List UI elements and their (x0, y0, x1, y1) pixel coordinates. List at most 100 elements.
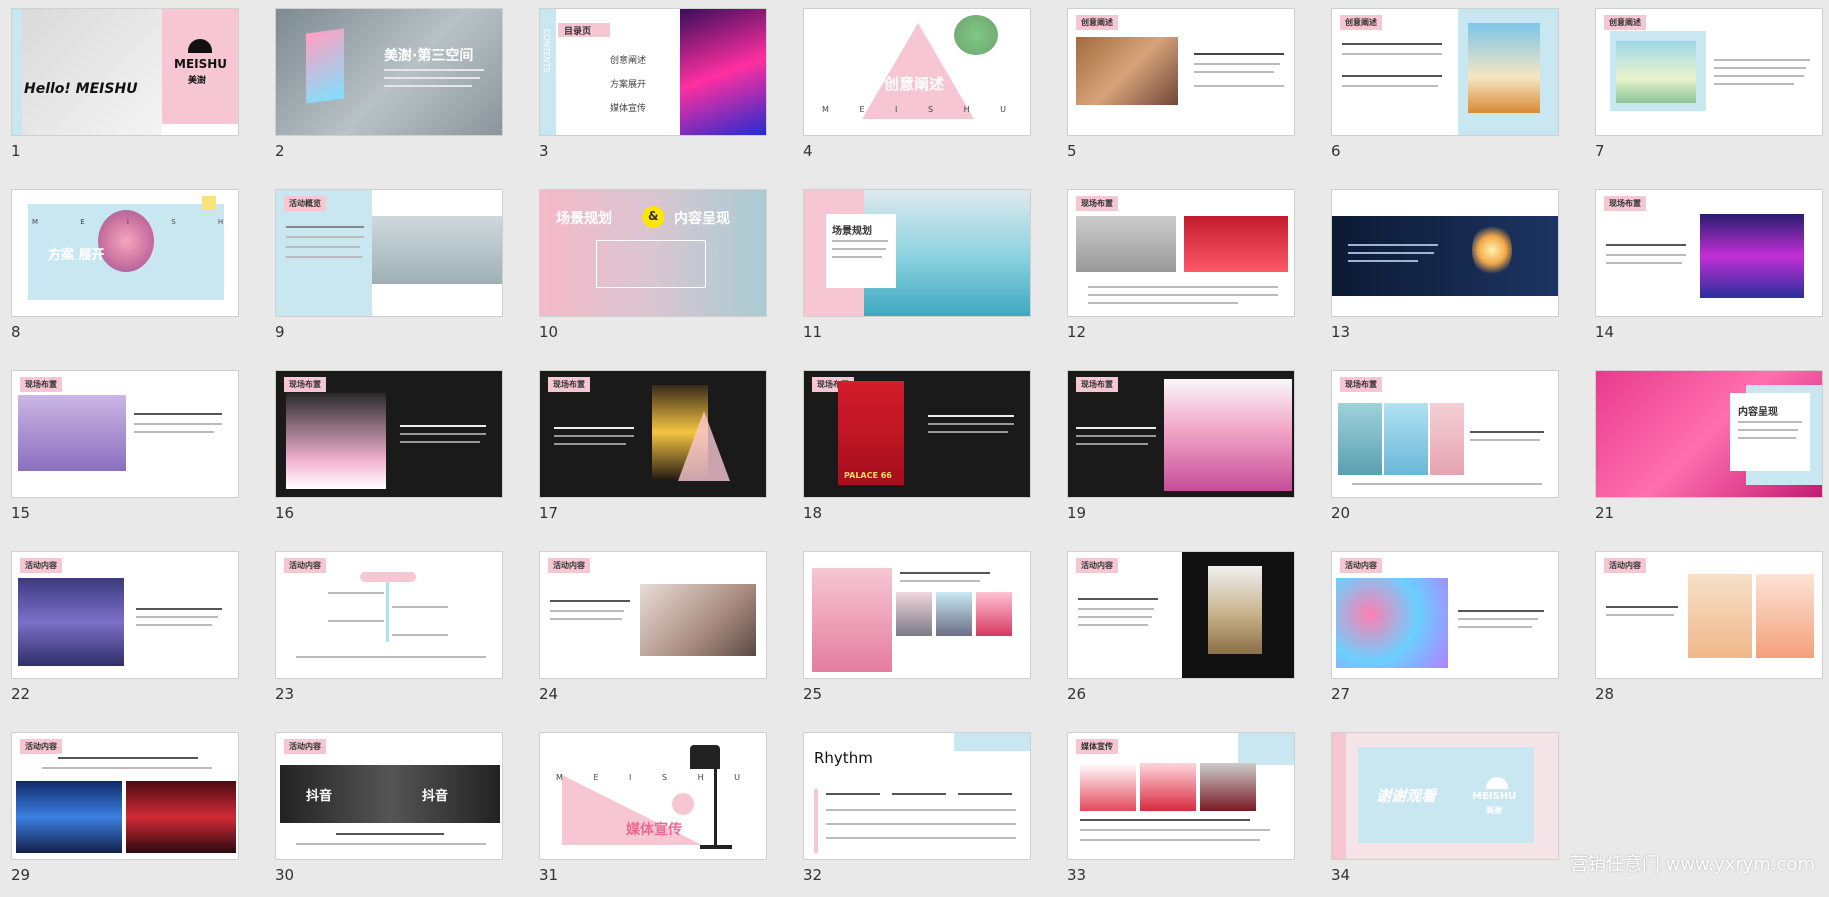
slide-title: 创意阐述 (884, 75, 945, 93)
slide-thumbnail[interactable]: 现场布置 15 (11, 370, 239, 535)
slide-preview: 谢谢观看 MEISHU 美澍 (1331, 732, 1559, 860)
slide-preview: 活动内容 (1067, 551, 1295, 679)
section-tag: 现场布置 (1076, 196, 1118, 211)
slide-number: 26 (1067, 685, 1087, 703)
slide-thumbnail[interactable]: 现场布置 19 (1067, 370, 1295, 535)
brand-cn: 美澍 (1486, 806, 1502, 815)
slide-thumbnail[interactable]: 场景规划 11 (803, 189, 1031, 354)
slide-thumbnail[interactable]: 现场布置 PALACE 66 18 (803, 370, 1031, 535)
slide-preview: 美澍·第三空间 (275, 8, 503, 136)
slide-number: 13 (1331, 323, 1351, 341)
slide-title: 美澍·第三空间 (384, 48, 474, 64)
section-tag: 现场布置 (1340, 377, 1382, 392)
slide-thumbnail[interactable]: 活动内容 23 (275, 551, 503, 716)
slide-preview: 活动内容 抖音 抖音 (275, 732, 503, 860)
slide-number: 9 (275, 323, 285, 341)
slide-preview: 活动概览 (275, 189, 503, 317)
slide-title: 内容呈现 (1738, 407, 1778, 418)
slide-thumbnail[interactable]: 现场布置 16 (275, 370, 503, 535)
slide-thumbnail[interactable]: 活动内容 抖音 抖音 30 (275, 732, 503, 897)
slide-thumbnail[interactable]: 13 (1331, 189, 1559, 354)
toc-item: 媒体宣传 (610, 104, 647, 114)
slide-thumbnail[interactable]: 25 (803, 551, 1031, 716)
slide-number: 25 (803, 685, 823, 703)
slide-preview: 现场布置 PALACE 66 (803, 370, 1031, 498)
slide-title: 方案 展开 (48, 248, 105, 263)
slide-title: Hello! MEISHU (24, 81, 138, 97)
section-tag: 活动内容 (284, 558, 326, 573)
slide-thumbnail[interactable]: 活动内容 29 (11, 732, 239, 897)
slide-number: 16 (275, 504, 295, 522)
slide-preview (803, 551, 1031, 679)
slide-thumbnail[interactable]: 现场布置 20 (1331, 370, 1559, 535)
slide-preview: 现场布置 (1067, 189, 1295, 317)
slide-preview: 现场布置 (275, 370, 503, 498)
slide-number: 6 (1331, 142, 1341, 160)
slide-thumbnail[interactable]: 创意阐述 6 (1331, 8, 1559, 173)
brand-cn: 美澍 (188, 76, 207, 86)
section-tag: 活动概览 (284, 196, 326, 211)
toc-item: 方案展开 (610, 80, 647, 90)
slide-number: 4 (803, 142, 813, 160)
slide-preview: M E I S H U 媒体宣传 (539, 732, 767, 860)
slide-thumbnail[interactable]: 活动概览 9 (275, 189, 503, 354)
slide-number: 27 (1331, 685, 1351, 703)
slide-number: 22 (11, 685, 31, 703)
slide-preview: CONTENTS 目录页 创意阐述 方案展开 媒体宣传 (539, 8, 767, 136)
slide-thumbnail[interactable]: Rhythm 32 (803, 732, 1031, 897)
slide-preview: 创意阐述 (1595, 8, 1823, 136)
slide-title: 媒体宣传 (626, 822, 682, 838)
slide-thumbnail[interactable]: 创意阐述 M E I S H U 4 (803, 8, 1031, 173)
section-tag: 活动内容 (1340, 558, 1382, 573)
slide-thumbnail[interactable]: 创意阐述 5 (1067, 8, 1295, 173)
slide-thumbnail[interactable]: M E I S H U 媒体宣传 31 (539, 732, 767, 897)
slide-number: 19 (1067, 504, 1087, 522)
section-tag: 活动内容 (1076, 558, 1118, 573)
slide-preview: 活动内容 (11, 732, 239, 860)
letter-row: M E I S H U (32, 218, 238, 226)
slide-number: 21 (1595, 504, 1615, 522)
slide-thumbnail[interactable]: 创意阐述 7 (1595, 8, 1823, 173)
brand-logo: MEISHU (174, 57, 228, 71)
slide-thumbnail[interactable]: 方案 展开 M E I S H U 8 (11, 189, 239, 354)
slide-number: 24 (539, 685, 559, 703)
section-tag: 活动内容 (1604, 558, 1646, 573)
section-tag: 现场布置 (284, 377, 326, 392)
slide-thumbnail[interactable]: 场景规划 & 内容呈现 10 (539, 189, 767, 354)
slide-preview: 现场布置 (1067, 370, 1295, 498)
slide-thumbnail[interactable]: CONTENTS 目录页 创意阐述 方案展开 媒体宣传 3 (539, 8, 767, 173)
section-tag: 创意阐述 (1340, 15, 1382, 30)
slide-thumbnail[interactable]: 活动内容 26 (1067, 551, 1295, 716)
slide-thumbnail[interactable]: MEISHU 美澍 Hello! MEISHU 1 (11, 8, 239, 173)
slide-thumbnail[interactable]: 内容呈现 21 (1595, 370, 1823, 535)
slide-preview: 场景规划 & 内容呈现 (539, 189, 767, 317)
slide-preview: 活动内容 (1331, 551, 1559, 679)
slide-thumbnail[interactable]: 现场布置 14 (1595, 189, 1823, 354)
slide-thumbnail[interactable]: 活动内容 24 (539, 551, 767, 716)
section-tag: 创意阐述 (1604, 15, 1646, 30)
slide-preview: 活动内容 (1595, 551, 1823, 679)
slide-number: 1 (11, 142, 21, 160)
slide-preview: 创意阐述 M E I S H U (803, 8, 1031, 136)
slide-thumbnail[interactable]: 活动内容 28 (1595, 551, 1823, 716)
slide-preview: 场景规划 (803, 189, 1031, 317)
letter-row: M E I S H U (822, 105, 1020, 114)
douyin-logo-text: 抖音 (422, 789, 449, 804)
slide-preview: 现场布置 (11, 370, 239, 498)
slide-thumbnail[interactable]: 活动内容 22 (11, 551, 239, 716)
slide-thumbnail[interactable]: 美澍·第三空间 2 (275, 8, 503, 173)
slide-thumbnail[interactable]: 活动内容 27 (1331, 551, 1559, 716)
slide-thumbnail[interactable]: 现场布置 17 (539, 370, 767, 535)
contents-label: CONTENTS (542, 29, 551, 73)
slide-preview: 现场布置 (1331, 370, 1559, 498)
toc-item: 创意阐述 (610, 56, 647, 66)
slide-preview: 活动内容 (275, 551, 503, 679)
slide-sorter-grid: MEISHU 美澍 Hello! MEISHU 1 美澍·第三空间 2 CONT… (11, 8, 1823, 897)
slide-thumbnail[interactable]: 媒体宣传 33 (1067, 732, 1295, 897)
slide-thumbnail[interactable]: 谢谢观看 MEISHU 美澍 34 (1331, 732, 1559, 897)
slide-preview: 方案 展开 M E I S H U (11, 189, 239, 317)
slide-number: 20 (1331, 504, 1351, 522)
slide-number: 14 (1595, 323, 1615, 341)
slide-thumbnail[interactable]: 现场布置 12 (1067, 189, 1295, 354)
slide-preview: Rhythm (803, 732, 1031, 860)
